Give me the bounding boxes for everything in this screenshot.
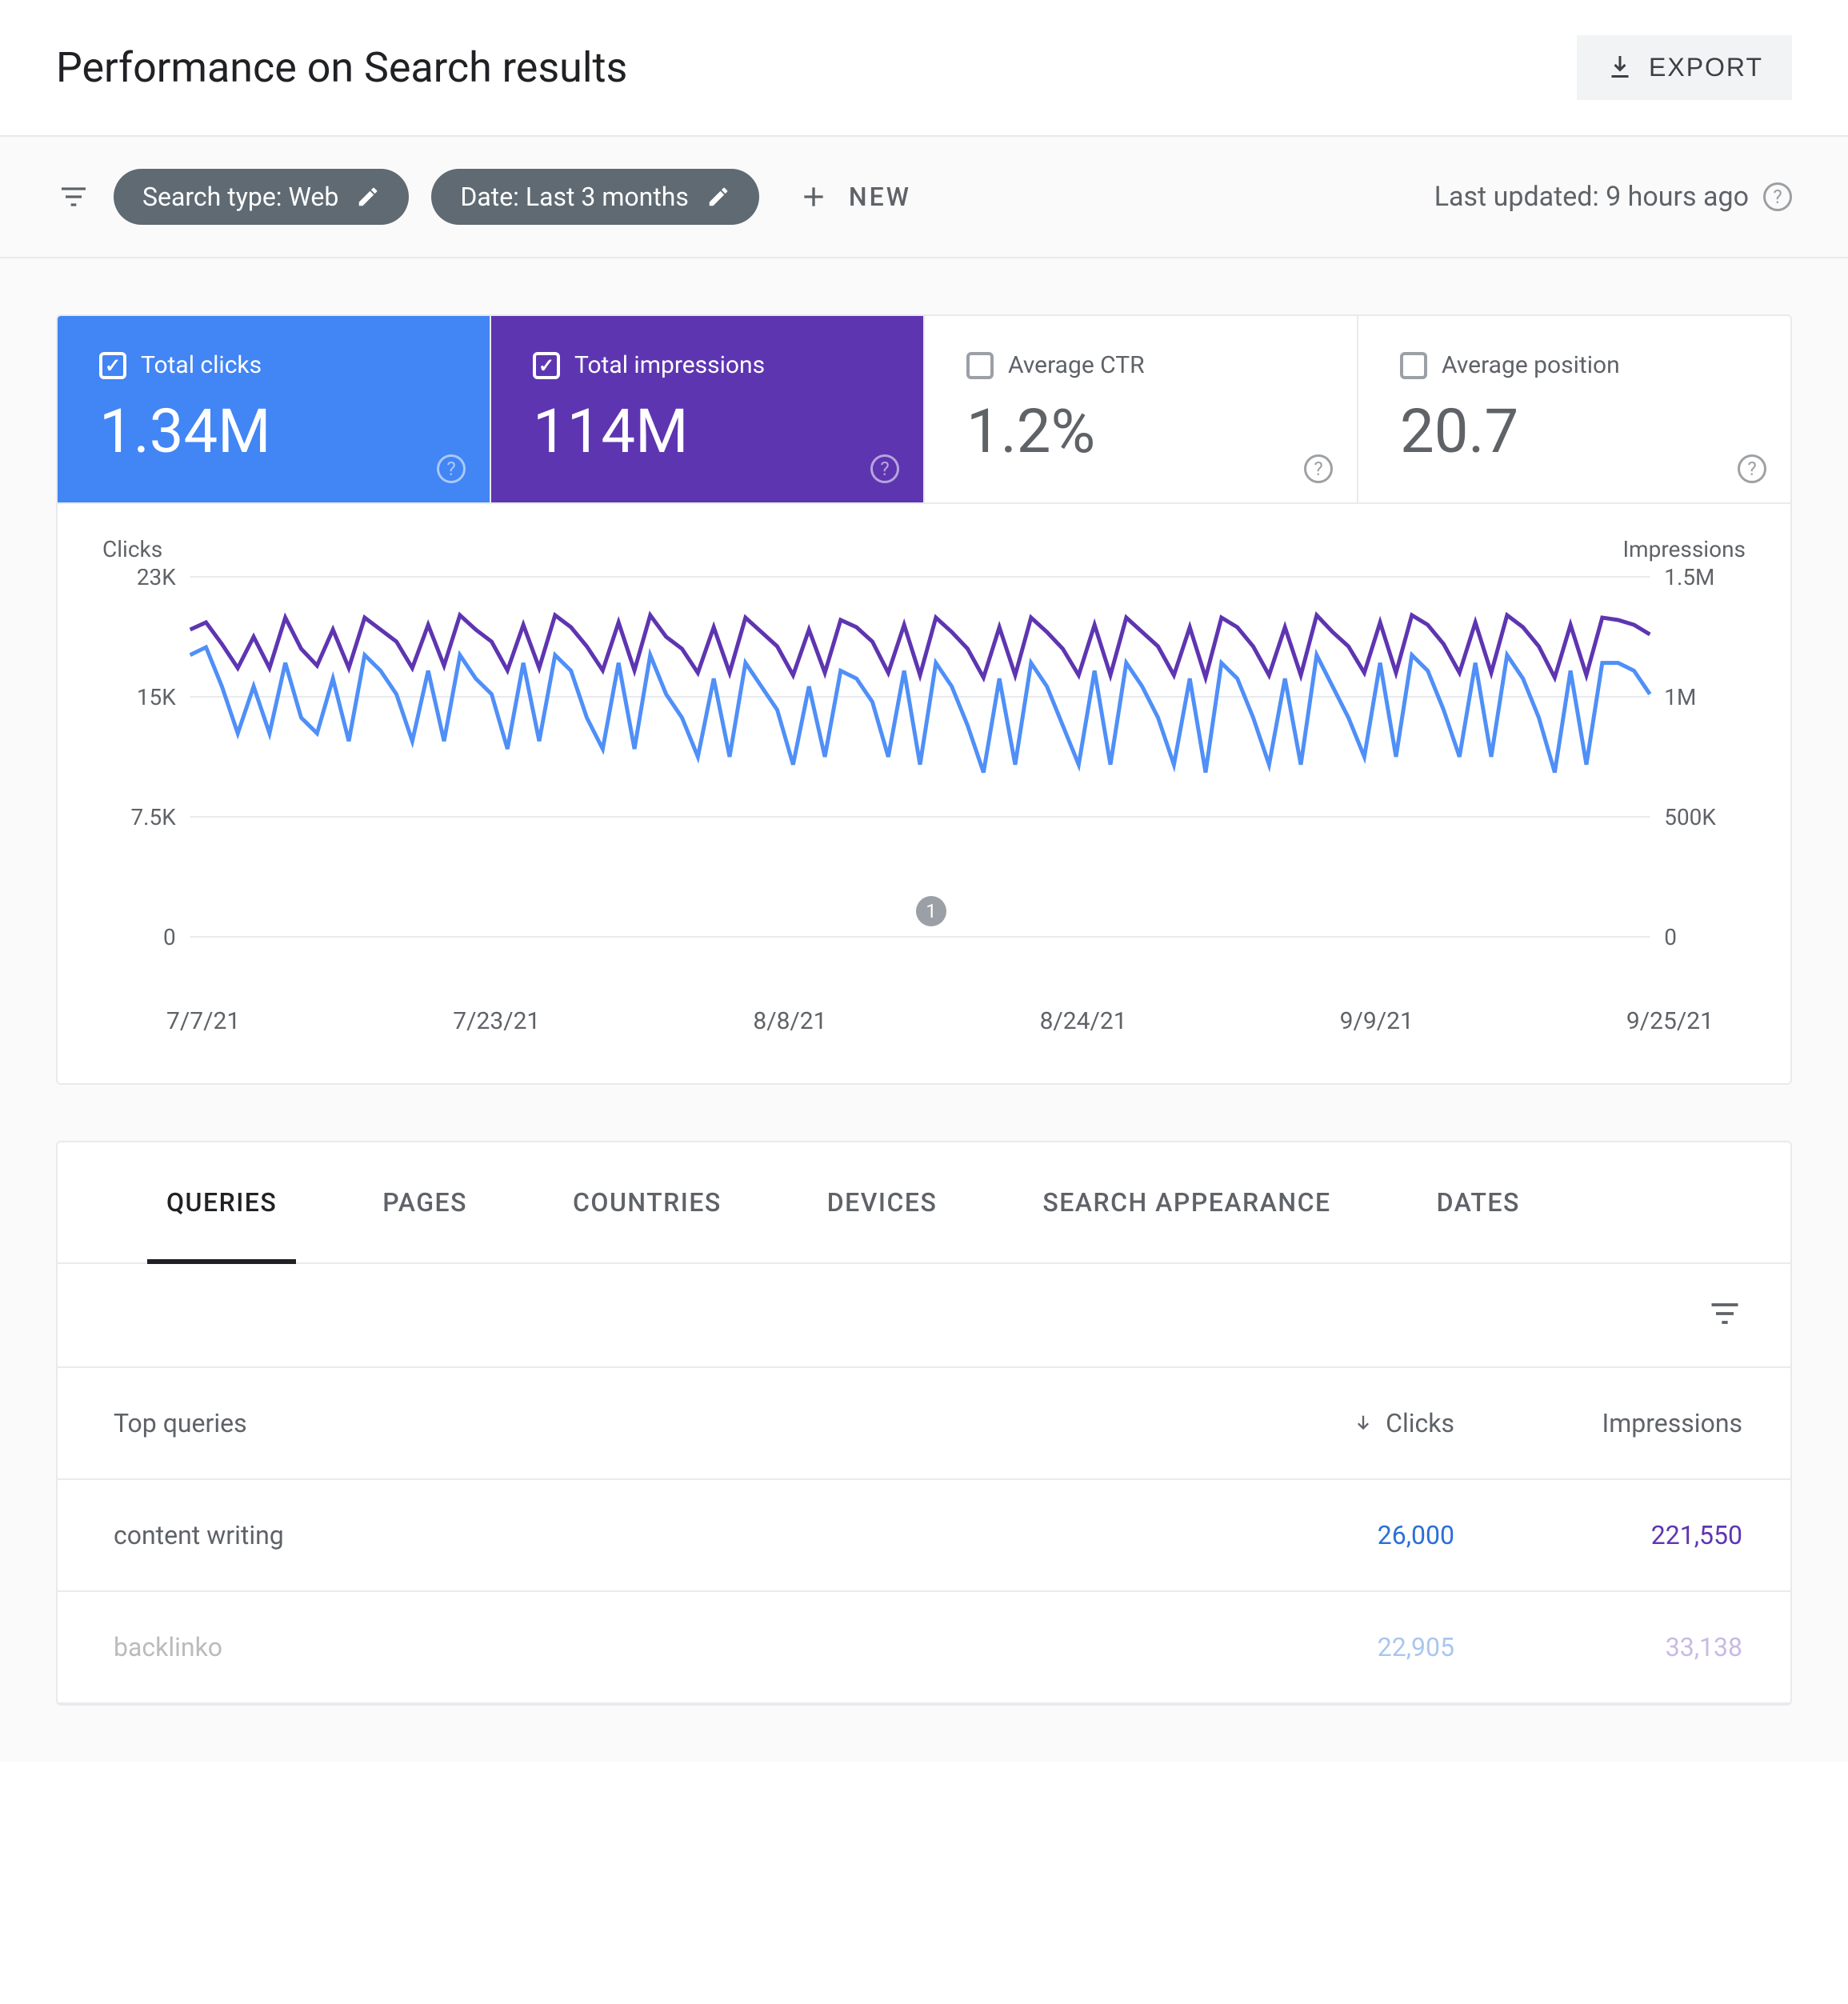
add-filter-label: NEW (849, 182, 911, 212)
metric-tile-impressions[interactable]: Total impressions 114M ? (491, 316, 925, 502)
cell-impressions: 221,550 (1454, 1520, 1742, 1550)
add-filter-button[interactable]: NEW (782, 181, 911, 213)
metric-tile-clicks[interactable]: Total clicks 1.34M ? (58, 316, 491, 502)
metric-value: 20.7 (1400, 395, 1749, 467)
last-updated-text: Last updated: 9 hours ago (1434, 181, 1749, 213)
cell-clicks: 26,000 (1166, 1520, 1454, 1550)
checkbox-icon (99, 352, 126, 379)
help-icon[interactable]: ? (1738, 454, 1766, 483)
export-label: EXPORT (1649, 53, 1763, 82)
last-updated: Last updated: 9 hours ago ? (1434, 181, 1792, 213)
cell-impressions: 33,138 (1454, 1632, 1742, 1662)
content-area: Total clicks 1.34M ? Total impressions 1… (0, 258, 1848, 1762)
checkbox-icon (966, 352, 994, 379)
svg-text:1M: 1M (1664, 684, 1696, 710)
help-icon[interactable]: ? (437, 454, 466, 483)
cell-query: content writing (114, 1520, 1166, 1550)
chart-x-labels: 7/7/21 7/23/21 8/8/21 8/24/21 9/9/21 9/25/21 (102, 985, 1746, 1035)
metric-label: Average position (1442, 351, 1620, 379)
chart-x-tick: 7/7/21 (166, 1007, 240, 1035)
chip-date[interactable]: Date: Last 3 months (431, 169, 759, 225)
metric-label: Average CTR (1008, 351, 1145, 379)
chart-left-axis-title: Clicks (102, 536, 162, 562)
metric-label: Total impressions (574, 351, 765, 379)
arrow-down-icon (1352, 1412, 1374, 1434)
tab-devices[interactable]: DEVICES (814, 1142, 950, 1262)
metric-tiles: Total clicks 1.34M ? Total impressions 1… (58, 316, 1790, 504)
svg-text:1.5M: 1.5M (1664, 569, 1714, 590)
help-icon[interactable]: ? (1304, 454, 1333, 483)
metric-tile-ctr[interactable]: Average CTR 1.2% ? (925, 316, 1358, 502)
plus-icon (798, 181, 830, 213)
checkbox-icon (533, 352, 560, 379)
svg-text:23K: 23K (137, 569, 176, 590)
svg-text:0: 0 (1664, 924, 1677, 950)
chart-right-axis-title: Impressions (1622, 536, 1746, 562)
table-header-row: Top queries Clicks Impressions (58, 1368, 1790, 1480)
cell-clicks: 22,905 (1166, 1632, 1454, 1662)
checkbox-icon (1400, 352, 1427, 379)
chart-x-tick: 7/23/21 (453, 1007, 540, 1035)
dimensions-card: QUERIES PAGES COUNTRIES DEVICES SEARCH APPEA… (56, 1141, 1792, 1706)
chip-search-type-label: Search type: Web (142, 182, 338, 212)
svg-text:15K: 15K (137, 684, 176, 710)
chart-x-tick: 9/25/21 (1626, 1007, 1714, 1035)
help-icon[interactable]: ? (1763, 182, 1792, 211)
chart-x-tick: 8/8/21 (753, 1007, 826, 1035)
help-icon[interactable]: ? (870, 454, 899, 483)
pencil-icon (706, 185, 730, 209)
table-body: content writing26,000221,550backlinko22,… (58, 1480, 1790, 1704)
table-header-queries[interactable]: Top queries (114, 1408, 1166, 1438)
chip-search-type[interactable]: Search type: Web (114, 169, 409, 225)
table-header-impressions[interactable]: Impressions (1454, 1408, 1742, 1438)
pencil-icon (356, 185, 380, 209)
chart-x-tick: 9/9/21 (1340, 1007, 1414, 1035)
metric-label: Total clicks (141, 351, 262, 379)
svg-text:500K: 500K (1664, 804, 1716, 830)
tabs: QUERIES PAGES COUNTRIES DEVICES SEARCH APPEA… (58, 1142, 1790, 1264)
svg-text:7.5K: 7.5K (131, 804, 177, 830)
metric-tile-position[interactable]: Average position 20.7 ? (1358, 316, 1790, 502)
metric-value: 1.34M (99, 395, 448, 467)
table-row[interactable]: content writing26,000221,550 (58, 1480, 1790, 1592)
table-toolbar (58, 1264, 1790, 1368)
metric-value: 114M (533, 395, 882, 467)
download-icon (1606, 54, 1634, 82)
tab-countries[interactable]: COUNTRIES (560, 1142, 734, 1262)
table-header-clicks[interactable]: Clicks (1166, 1408, 1454, 1438)
tab-dates[interactable]: DATES (1424, 1142, 1533, 1262)
metric-value: 1.2% (966, 395, 1315, 467)
table-row[interactable]: backlinko22,90533,138 (58, 1592, 1790, 1704)
page-title: Performance on Search results (56, 43, 627, 92)
export-button[interactable]: EXPORT (1577, 35, 1792, 100)
cell-query: backlinko (114, 1632, 1166, 1662)
chart-x-tick: 8/24/21 (1040, 1007, 1127, 1035)
svg-text:0: 0 (163, 924, 176, 950)
filter-bar: Search type: Web Date: Last 3 months NEW… (0, 137, 1848, 258)
chart-footnote-badge[interactable]: 1 (916, 896, 946, 926)
tab-queries[interactable]: QUERIES (154, 1142, 290, 1262)
chart-container: Clicks Impressions 23K 1.5M 15K 1M 7.5K 500K 0… (58, 504, 1790, 1083)
table-filter-icon[interactable] (1707, 1296, 1742, 1334)
tab-search-appearance[interactable]: SEARCH APPEARANCE (1030, 1142, 1343, 1262)
page-header: Performance on Search results EXPORT (0, 0, 1848, 137)
performance-card: Total clicks 1.34M ? Total impressions 1… (56, 314, 1792, 1085)
filter-icon[interactable] (56, 179, 91, 214)
chip-date-label: Date: Last 3 months (460, 182, 689, 212)
tab-pages[interactable]: PAGES (370, 1142, 480, 1262)
